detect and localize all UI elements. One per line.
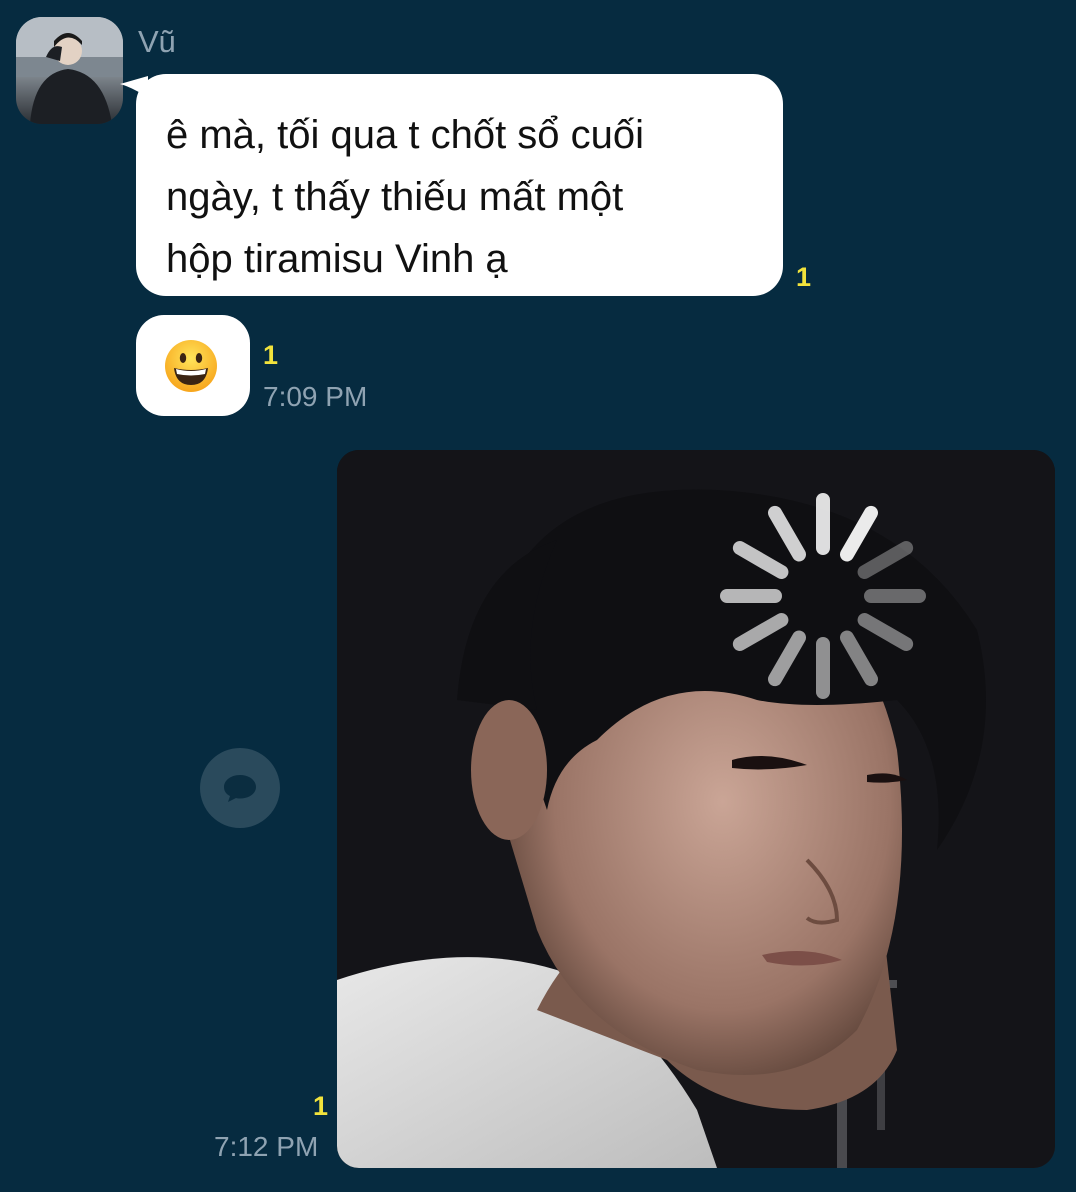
spinner-spoke (840, 505, 878, 562)
share-button[interactable] (200, 748, 280, 828)
grinning-face-emoji-icon (165, 340, 217, 392)
message-line: ngày, t thấy thiếu mất một (166, 175, 624, 219)
emoji-timestamp: 7:09 PM (263, 381, 368, 412)
incoming-message-bubble[interactable]: ê mà, tối qua t chốt sổ cuối ngày, t thấ… (136, 74, 783, 296)
sender-avatar[interactable] (16, 17, 123, 124)
chat-view: Vũ ê mà, tối qua t chốt sổ cuối ngày, t … (0, 0, 1076, 1192)
user-avatar-icon (16, 17, 123, 124)
outgoing-photo[interactable] (337, 450, 1055, 1168)
spinner-spoke (840, 630, 878, 687)
loading-spinner-icon (720, 493, 926, 699)
incoming-emoji-bubble[interactable] (136, 315, 250, 416)
spinner-spoke (732, 613, 789, 651)
photo-timestamp: 7:12 PM (214, 1131, 319, 1162)
spinner-spoke (857, 613, 914, 651)
sender-name: Vũ (138, 24, 176, 59)
message-line: ê mà, tối qua t chốt sổ cuối (166, 113, 645, 157)
photo-illustration (337, 450, 1055, 1168)
photo-unread-count: 1 (313, 1091, 329, 1121)
message-line: hộp tiramisu Vinh ạ (166, 237, 508, 281)
emoji-unread-count: 1 (263, 340, 279, 370)
spinner-spoke (768, 630, 806, 687)
spinner-spoke (732, 541, 789, 579)
message-unread-count: 1 (796, 262, 812, 292)
spinner-spoke (857, 541, 914, 579)
share-chat-icon (224, 775, 256, 802)
spinner-spoke (768, 505, 806, 562)
